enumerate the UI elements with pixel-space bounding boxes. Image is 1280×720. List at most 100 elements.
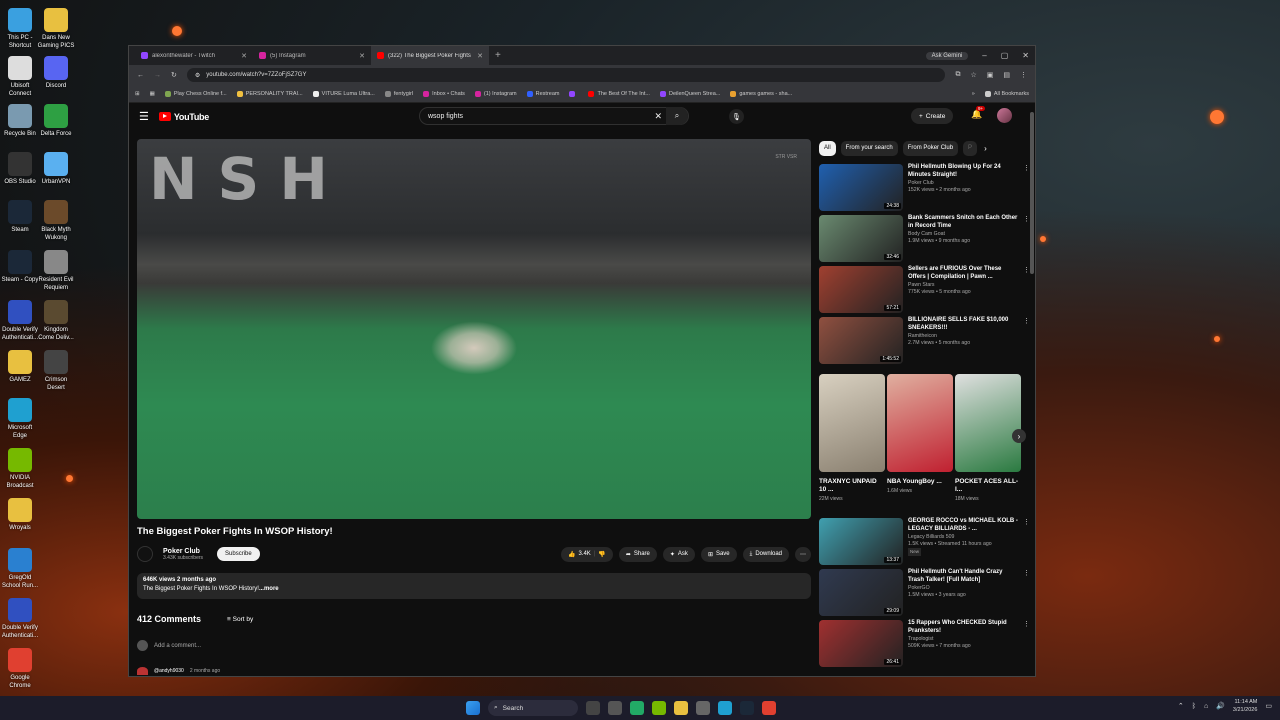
ask-button[interactable]: ✦ Ask: [662, 546, 695, 562]
youtube-logo[interactable]: YouTube: [158, 112, 209, 122]
back-icon[interactable]: ←: [137, 72, 144, 79]
chip-all[interactable]: All: [819, 140, 836, 156]
mic-icon[interactable]: 🎙: [729, 109, 744, 124]
bookmark-item[interactable]: games games - sha...: [730, 90, 792, 97]
more-vert-icon[interactable]: ⋮: [1023, 164, 1030, 212]
bookmark-item[interactable]: VITURE Luma Ultra...: [312, 90, 375, 97]
tab-groups-icon[interactable]: ▦: [150, 91, 155, 97]
sort-button[interactable]: ≡ Sort by: [227, 616, 253, 623]
chevron-right-icon[interactable]: ›: [984, 144, 987, 153]
desktop-icon[interactable]: Google Chrome: [0, 648, 40, 690]
desktop-icon[interactable]: Double Verify Authenticati...: [0, 598, 40, 640]
desktop-icon[interactable]: Discord: [36, 56, 76, 90]
calculator-icon[interactable]: [696, 701, 710, 715]
close-icon[interactable]: ✕: [241, 52, 247, 60]
description-box[interactable]: 646K views 2 months ago The Biggest Poke…: [137, 573, 811, 599]
more-vert-icon[interactable]: ⋮: [1023, 569, 1030, 617]
more-link[interactable]: ...more: [259, 586, 279, 592]
nvidia-icon[interactable]: [652, 701, 666, 715]
bell-icon[interactable]: 🔔 9+: [971, 106, 986, 120]
desktop-icon[interactable]: OBS Studio: [0, 152, 40, 186]
download-button[interactable]: ⤓ Download: [742, 546, 789, 562]
taskbar-search[interactable]: ⌕ Search: [488, 700, 578, 716]
comment-input[interactable]: Add a comment...: [154, 643, 201, 649]
video-player[interactable]: NSH STR VSR: [137, 139, 811, 519]
star-icon[interactable]: ☆: [970, 71, 976, 79]
chevron-up-icon[interactable]: ⌃: [1178, 702, 1184, 710]
edge-icon[interactable]: [718, 701, 732, 715]
more-actions-button[interactable]: ⋯: [795, 546, 811, 562]
thumbs-down-icon[interactable]: 👎: [598, 551, 605, 558]
media-icon[interactable]: [630, 701, 644, 715]
chip-more[interactable]: P: [963, 140, 978, 156]
close-window-icon[interactable]: ✕: [1022, 51, 1029, 60]
bookmark-item[interactable]: (1) Instagram: [474, 90, 517, 97]
recommended-video[interactable]: 24:38 Phil Hellmuth Blowing Up For 24 Min…: [819, 164, 1030, 212]
desktop-icon[interactable]: UrbanVPN: [36, 152, 76, 186]
recommended-video[interactable]: 1:45:52 BILLIONAIRE SELLS FAKE $10,000 SN…: [819, 317, 1030, 365]
steam-icon[interactable]: [740, 701, 754, 715]
video-channel[interactable]: Trapologist: [908, 636, 1018, 643]
desktop-icon[interactable]: Black Myth Wukong: [36, 200, 76, 242]
clock[interactable]: 11:14 AM 3/21/2026: [1233, 698, 1257, 714]
short-item[interactable]: POCKET ACES ALL-I... 18M views: [955, 374, 1021, 502]
desktop-icon[interactable]: GAMEZ: [0, 350, 40, 384]
desktop-icon[interactable]: Kingdom Come Deliv...: [36, 300, 76, 342]
desktop-icon[interactable]: GregOld School Run...: [0, 548, 40, 590]
video-channel[interactable]: Body Cam Goat: [908, 231, 1018, 238]
bookmark-item[interactable]: Restream: [526, 90, 559, 97]
desktop-icon[interactable]: Dans New Gaming PICS: [36, 8, 76, 50]
new-tab-button[interactable]: +: [495, 50, 501, 61]
recommended-video[interactable]: 29:09 Phil Hellmuth Can't Handle Crazy Tr…: [819, 569, 1030, 617]
avatar[interactable]: [997, 108, 1012, 123]
close-icon[interactable]: ✕: [359, 52, 365, 60]
desktop-icon[interactable]: Double Verify Authenticati...: [0, 300, 40, 342]
close-icon[interactable]: ✕: [477, 52, 483, 60]
subscribe-button[interactable]: Subscribe: [217, 547, 260, 561]
save-button[interactable]: ⊞ Save: [700, 546, 737, 562]
menu-icon[interactable]: ⋮: [1020, 71, 1027, 79]
tab-twitch[interactable]: alexonthewater - Twitch ✕: [135, 46, 253, 65]
tab-youtube[interactable]: (322) The Biggest Poker Fights ✕: [371, 46, 489, 65]
video-channel[interactable]: Legacy Billiards 509: [908, 534, 1018, 541]
recommended-video[interactable]: 13:37 GEORGE ROCCO vs MICHAEL KOLB - LEGA…: [819, 518, 1030, 566]
bookmark-item[interactable]: PERSONALITY TRAI...: [236, 90, 303, 97]
clear-icon[interactable]: ✕: [654, 111, 662, 122]
bluetooth-icon[interactable]: ᛒ: [1192, 703, 1196, 710]
forward-icon[interactable]: →: [154, 72, 161, 79]
desktop-icon[interactable]: Steam: [0, 200, 40, 234]
desktop-icon[interactable]: Wroyals: [0, 498, 40, 532]
more-vert-icon[interactable]: ⋮: [1023, 266, 1030, 314]
desktop-icon[interactable]: Steam - Copy: [0, 250, 40, 284]
windows-start-icon[interactable]: [466, 701, 480, 715]
share-button[interactable]: ➦ Share: [618, 546, 657, 562]
extensions-icon[interactable]: ▣: [987, 71, 994, 79]
install-icon[interactable]: ⧉: [955, 71, 960, 79]
settings-icon[interactable]: [608, 701, 622, 715]
tab-instagram[interactable]: (5) Instagram ✕: [253, 46, 371, 65]
create-button[interactable]: + Create: [911, 108, 954, 124]
more-vert-icon[interactable]: ⋮: [1023, 518, 1030, 566]
short-item[interactable]: NBA YoungBoy ... 1.6M views: [887, 374, 953, 494]
video-channel[interactable]: Ramitheicon: [908, 333, 1018, 340]
desktop-icon[interactable]: Recycle Bin: [0, 104, 40, 138]
channel-name[interactable]: Poker Club: [163, 548, 203, 555]
comment-author[interactable]: @andyh9030: [154, 668, 184, 674]
bookmark-item[interactable]: Inbox • Chats: [423, 90, 465, 97]
scrollbar[interactable]: [1030, 112, 1034, 274]
desktop-icon[interactable]: Crimson Desert: [36, 350, 76, 392]
notification-icon[interactable]: ▭: [1265, 702, 1272, 710]
chevron-right-icon[interactable]: ›: [1012, 429, 1026, 443]
recommended-video[interactable]: 32:46 Bank Scammers Snitch on Each Other …: [819, 215, 1030, 263]
desktop-icon[interactable]: This PC - Shortcut: [0, 8, 40, 50]
bookmark-item[interactable]: The Best Of The Int...: [588, 90, 650, 97]
desktop-icon[interactable]: Delta Force: [36, 104, 76, 138]
maximize-icon[interactable]: ▢: [1001, 51, 1009, 60]
apps-icon[interactable]: ⊞: [135, 91, 140, 97]
video-channel[interactable]: Poker Club: [908, 180, 1018, 187]
bookmark-item[interactable]: Play Chess Online f...: [164, 90, 227, 97]
minimize-icon[interactable]: –: [982, 51, 986, 60]
url-field[interactable]: ⚙ youtube.com/watch?v=7ZZoFjSZ7GY: [186, 68, 946, 82]
network-icon[interactable]: ⌂: [1204, 703, 1208, 710]
volume-icon[interactable]: 🔊: [1216, 702, 1225, 710]
